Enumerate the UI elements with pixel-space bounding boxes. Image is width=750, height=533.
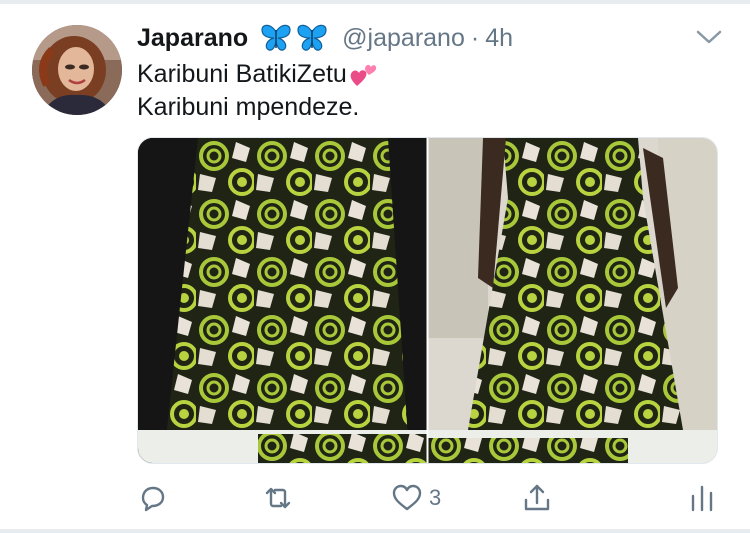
retweet-icon xyxy=(265,487,291,509)
avatar-image xyxy=(32,25,122,115)
top-divider xyxy=(0,0,750,4)
butterfly-icon xyxy=(297,24,327,51)
batik-dress-photo xyxy=(138,138,427,463)
user-handle[interactable]: @japarano xyxy=(342,24,465,53)
tweet-actions: 3 xyxy=(0,478,750,518)
bottom-divider xyxy=(0,529,750,533)
reply-icon xyxy=(141,486,165,512)
tweet-text-line: Karibuni mpendeze. xyxy=(137,93,360,121)
name-badges xyxy=(260,24,328,52)
avatar[interactable] xyxy=(32,25,122,115)
share-button[interactable] xyxy=(521,478,553,518)
chevron-down-icon[interactable] xyxy=(694,26,724,48)
stats-icon xyxy=(691,485,713,512)
like-count: 3 xyxy=(429,485,442,510)
reply-button[interactable] xyxy=(136,478,168,518)
retweet-button[interactable] xyxy=(262,478,294,518)
like-button[interactable]: 3 xyxy=(391,478,441,518)
analytics-button[interactable] xyxy=(686,478,718,518)
display-name[interactable]: Japarano xyxy=(137,24,248,53)
share-icon xyxy=(524,484,550,511)
two-hearts-emoji-icon xyxy=(350,64,377,86)
tweet-text: Karibuni BatikiZetu Karibuni mpendeze. xyxy=(137,58,377,124)
tweet-media[interactable] xyxy=(137,137,718,464)
heart-icon xyxy=(392,484,422,511)
timestamp[interactable]: 4h xyxy=(485,24,513,53)
butterfly-icon xyxy=(261,24,291,51)
separator-dot: · xyxy=(470,23,480,52)
tweet-header: Japarano @japarano · 4h xyxy=(137,22,513,54)
media-photos xyxy=(138,138,717,463)
batik-dress-photo xyxy=(428,138,717,463)
tweet-text-line: Karibuni BatikiZetu xyxy=(137,60,347,88)
